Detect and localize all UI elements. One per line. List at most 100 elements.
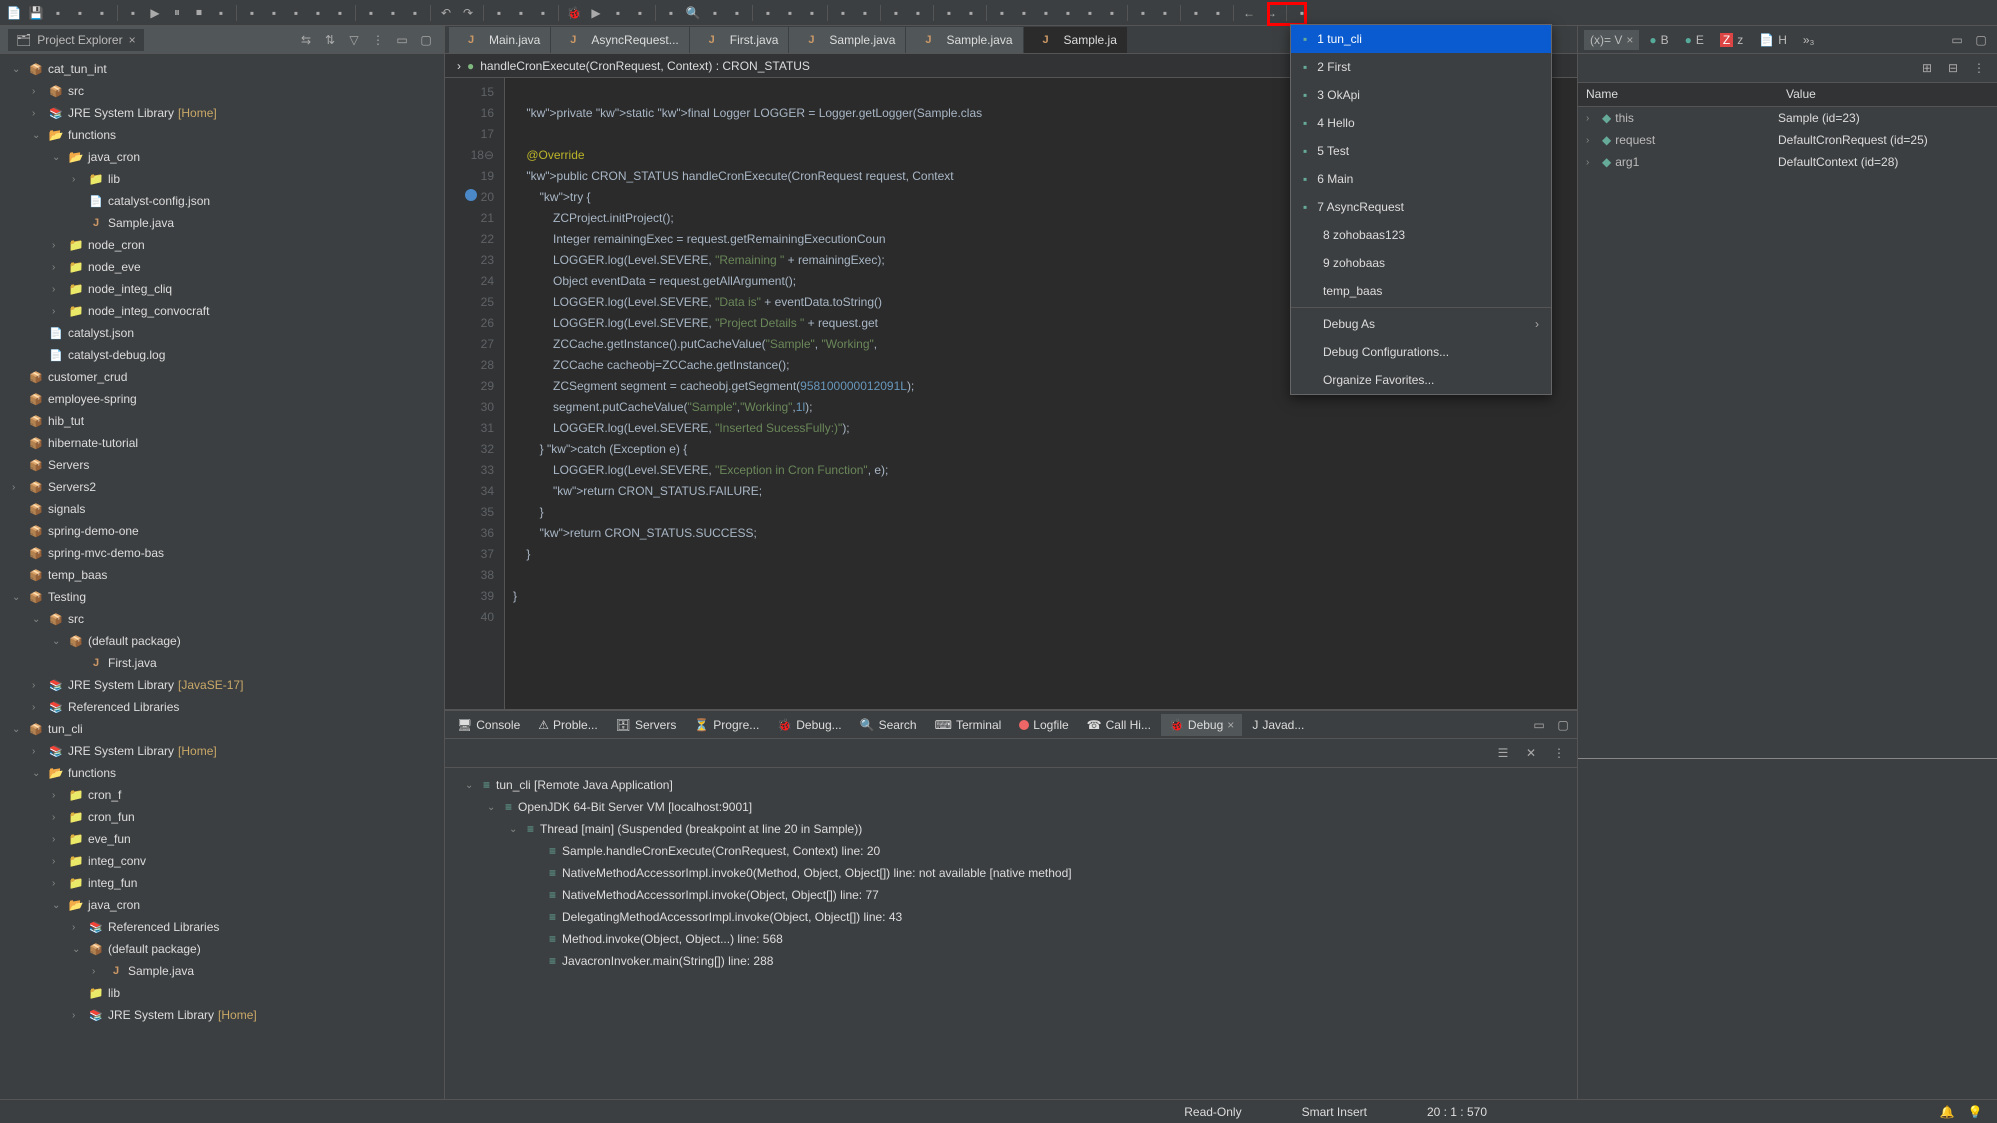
variables-tab[interactable]: (x)= V× [1584, 30, 1639, 50]
expand-arrow-icon[interactable]: ⌄ [32, 130, 44, 141]
close-icon[interactable]: × [129, 33, 136, 47]
bookmark-icon[interactable]: ▪ [908, 3, 928, 23]
tree-item[interactable]: lib [0, 982, 444, 1004]
tree-item[interactable]: ›Referenced Libraries [0, 696, 444, 718]
tree-item[interactable]: signals [0, 498, 444, 520]
stack-frame[interactable]: ≡NativeMethodAccessorImpl.invoke0(Method… [457, 862, 1565, 884]
bottom-tab-debug[interactable]: 🐞Debug... [769, 714, 849, 736]
dropdown-item[interactable]: ▪7 AsyncRequest [1291, 193, 1551, 221]
remove-terminated-icon[interactable]: ✕ [1521, 743, 1541, 763]
print-icon[interactable]: ▪ [70, 3, 90, 23]
pause-icon[interactable]: ⏸ [167, 3, 187, 23]
minimize-icon[interactable]: ▭ [1529, 715, 1549, 735]
editor-tab[interactable]: Sample.java [789, 27, 905, 53]
filter-icon[interactable]: ▽ [344, 30, 364, 50]
dropdown-item[interactable]: ▪4 Hello [1291, 109, 1551, 137]
tree-item[interactable]: ›cron_fun [0, 806, 444, 828]
tree-item[interactable]: ›node_cron [0, 234, 444, 256]
tree-item[interactable]: First.java [0, 652, 444, 674]
redo-icon[interactable]: ↷ [458, 3, 478, 23]
variable-row[interactable]: ›◆thisSample (id=23) [1578, 107, 1997, 129]
tree-item[interactable]: Servers [0, 454, 444, 476]
tree-item[interactable]: ⌄src [0, 608, 444, 630]
class-icon[interactable]: ▪ [961, 3, 981, 23]
editor-tab[interactable]: Main.java [449, 27, 550, 53]
resume-icon[interactable]: ▪ [361, 3, 381, 23]
expressions-tab[interactable]: ●E [1679, 30, 1710, 50]
new-window-icon[interactable]: ▪ [833, 3, 853, 23]
debug-icon[interactable]: 🐞 [564, 3, 584, 23]
tree-item[interactable]: ›src [0, 80, 444, 102]
editor-tab[interactable]: Sample.java [906, 27, 1022, 53]
profile-icon[interactable]: ▪ [630, 3, 650, 23]
terminate-icon[interactable]: ▪ [405, 3, 425, 23]
dropdown-item[interactable]: ▪3 OkApi [1291, 81, 1551, 109]
wizard-icon[interactable]: ▪ [855, 3, 875, 23]
expand-arrow-icon[interactable]: ⌄ [12, 592, 24, 603]
bottom-tab-proble[interactable]: ⚠Proble... [530, 714, 605, 736]
expand-arrow-icon[interactable]: › [32, 746, 44, 757]
bottom-tab-logfile[interactable]: Logfile [1011, 714, 1076, 736]
expand-arrow-icon[interactable]: ⌄ [12, 724, 24, 735]
run2-drop-icon[interactable]: ▪ [1036, 3, 1056, 23]
save-icon[interactable]: 💾 [26, 3, 46, 23]
step-return-icon[interactable]: ▪ [286, 3, 306, 23]
tree-item[interactable]: ›eve_fun [0, 828, 444, 850]
coverage-icon[interactable]: ▪ [608, 3, 628, 23]
expand-arrow-icon[interactable]: › [52, 306, 64, 317]
stack-frame[interactable]: ≡Method.invoke(Object, Object...) line: … [457, 928, 1565, 950]
view-menu-icon[interactable]: ⋮ [1549, 743, 1569, 763]
collapse-all-icon[interactable]: ⇆ [296, 30, 316, 50]
expand-arrow-icon[interactable]: › [32, 680, 44, 691]
editor-tab[interactable]: Sample.ja [1024, 27, 1127, 53]
more-tab[interactable]: »₃ [1797, 30, 1821, 50]
tree-item[interactable]: ›lib [0, 168, 444, 190]
project-tree[interactable]: ⌄cat_tun_int›src›JRE System Library[Home… [0, 54, 444, 1099]
maximize-icon[interactable]: ▢ [416, 30, 436, 50]
tree-item[interactable]: hibernate-tutorial [0, 432, 444, 454]
suspend-icon[interactable]: ▪ [383, 3, 403, 23]
dropdown-item[interactable]: Organize Favorites... [1291, 366, 1551, 394]
dropdown-item[interactable]: 8 zohobaas123 [1291, 221, 1551, 249]
close-icon[interactable]: × [1227, 718, 1234, 732]
dropdown-item[interactable]: ▪2 First [1291, 53, 1551, 81]
show-type-icon[interactable]: ⊞ [1917, 58, 1937, 78]
expand-arrow-icon[interactable]: › [52, 262, 64, 273]
profile-drop-icon[interactable]: ▪ [1080, 3, 1100, 23]
expand-arrow-icon[interactable]: ⌄ [52, 900, 64, 911]
tree-item[interactable]: ⌄functions [0, 762, 444, 784]
stack-frame[interactable]: ≡NativeMethodAccessorImpl.invoke(Object,… [457, 884, 1565, 906]
paste-icon[interactable]: ▪ [533, 3, 553, 23]
h-tab[interactable]: 📄H [1753, 30, 1793, 50]
perspective-icon[interactable]: ▪ [1133, 3, 1153, 23]
tree-item[interactable]: ⌄tun_cli [0, 718, 444, 740]
bottom-tab-search[interactable]: 🔍Search [852, 714, 925, 736]
run-to-icon[interactable]: ▪ [308, 3, 328, 23]
tree-item[interactable]: catalyst.json [0, 322, 444, 344]
new-icon[interactable]: 📄 [4, 3, 24, 23]
debug-configurations-dropdown[interactable]: ▪1 tun_cli▪2 First▪3 OkApi▪4 Hello▪5 Tes… [1290, 24, 1552, 395]
value-column[interactable]: Value [1778, 83, 1824, 106]
bottom-tab-javad[interactable]: JJavad... [1244, 714, 1312, 736]
stop-icon[interactable]: ⏹ [189, 3, 209, 23]
maximize-icon[interactable]: ▢ [1553, 715, 1573, 735]
bottom-tab-progre[interactable]: ⏳Progre... [686, 714, 767, 736]
expand-arrow-icon[interactable]: › [52, 284, 64, 295]
tree-item[interactable]: spring-demo-one [0, 520, 444, 542]
dropdown-item[interactable]: ▪1 tun_cli [1291, 25, 1551, 53]
tree-item[interactable]: ›JRE System Library[JavaSE-17] [0, 674, 444, 696]
expand-arrow-icon[interactable]: ⌄ [72, 944, 84, 955]
expand-arrow-icon[interactable]: ⌄ [509, 824, 521, 835]
dropdown-item[interactable]: 9 zohobaas [1291, 249, 1551, 277]
minimize-icon[interactable]: ▭ [392, 30, 412, 50]
breakpoint-marker[interactable] [465, 189, 477, 201]
tree-item[interactable]: ›integ_fun [0, 872, 444, 894]
drop-icon[interactable]: ▪ [330, 3, 350, 23]
tree-item[interactable]: ›Servers2 [0, 476, 444, 498]
tip-icon[interactable]: 💡 [1965, 1102, 1985, 1122]
expand-arrow-icon[interactable]: ⌄ [32, 768, 44, 779]
tree-item[interactable]: hib_tut [0, 410, 444, 432]
collapse-icon[interactable]: ⊟ [1943, 58, 1963, 78]
tree-item[interactable]: ⌄Testing [0, 586, 444, 608]
dropdown-item[interactable]: temp_baas [1291, 277, 1551, 305]
